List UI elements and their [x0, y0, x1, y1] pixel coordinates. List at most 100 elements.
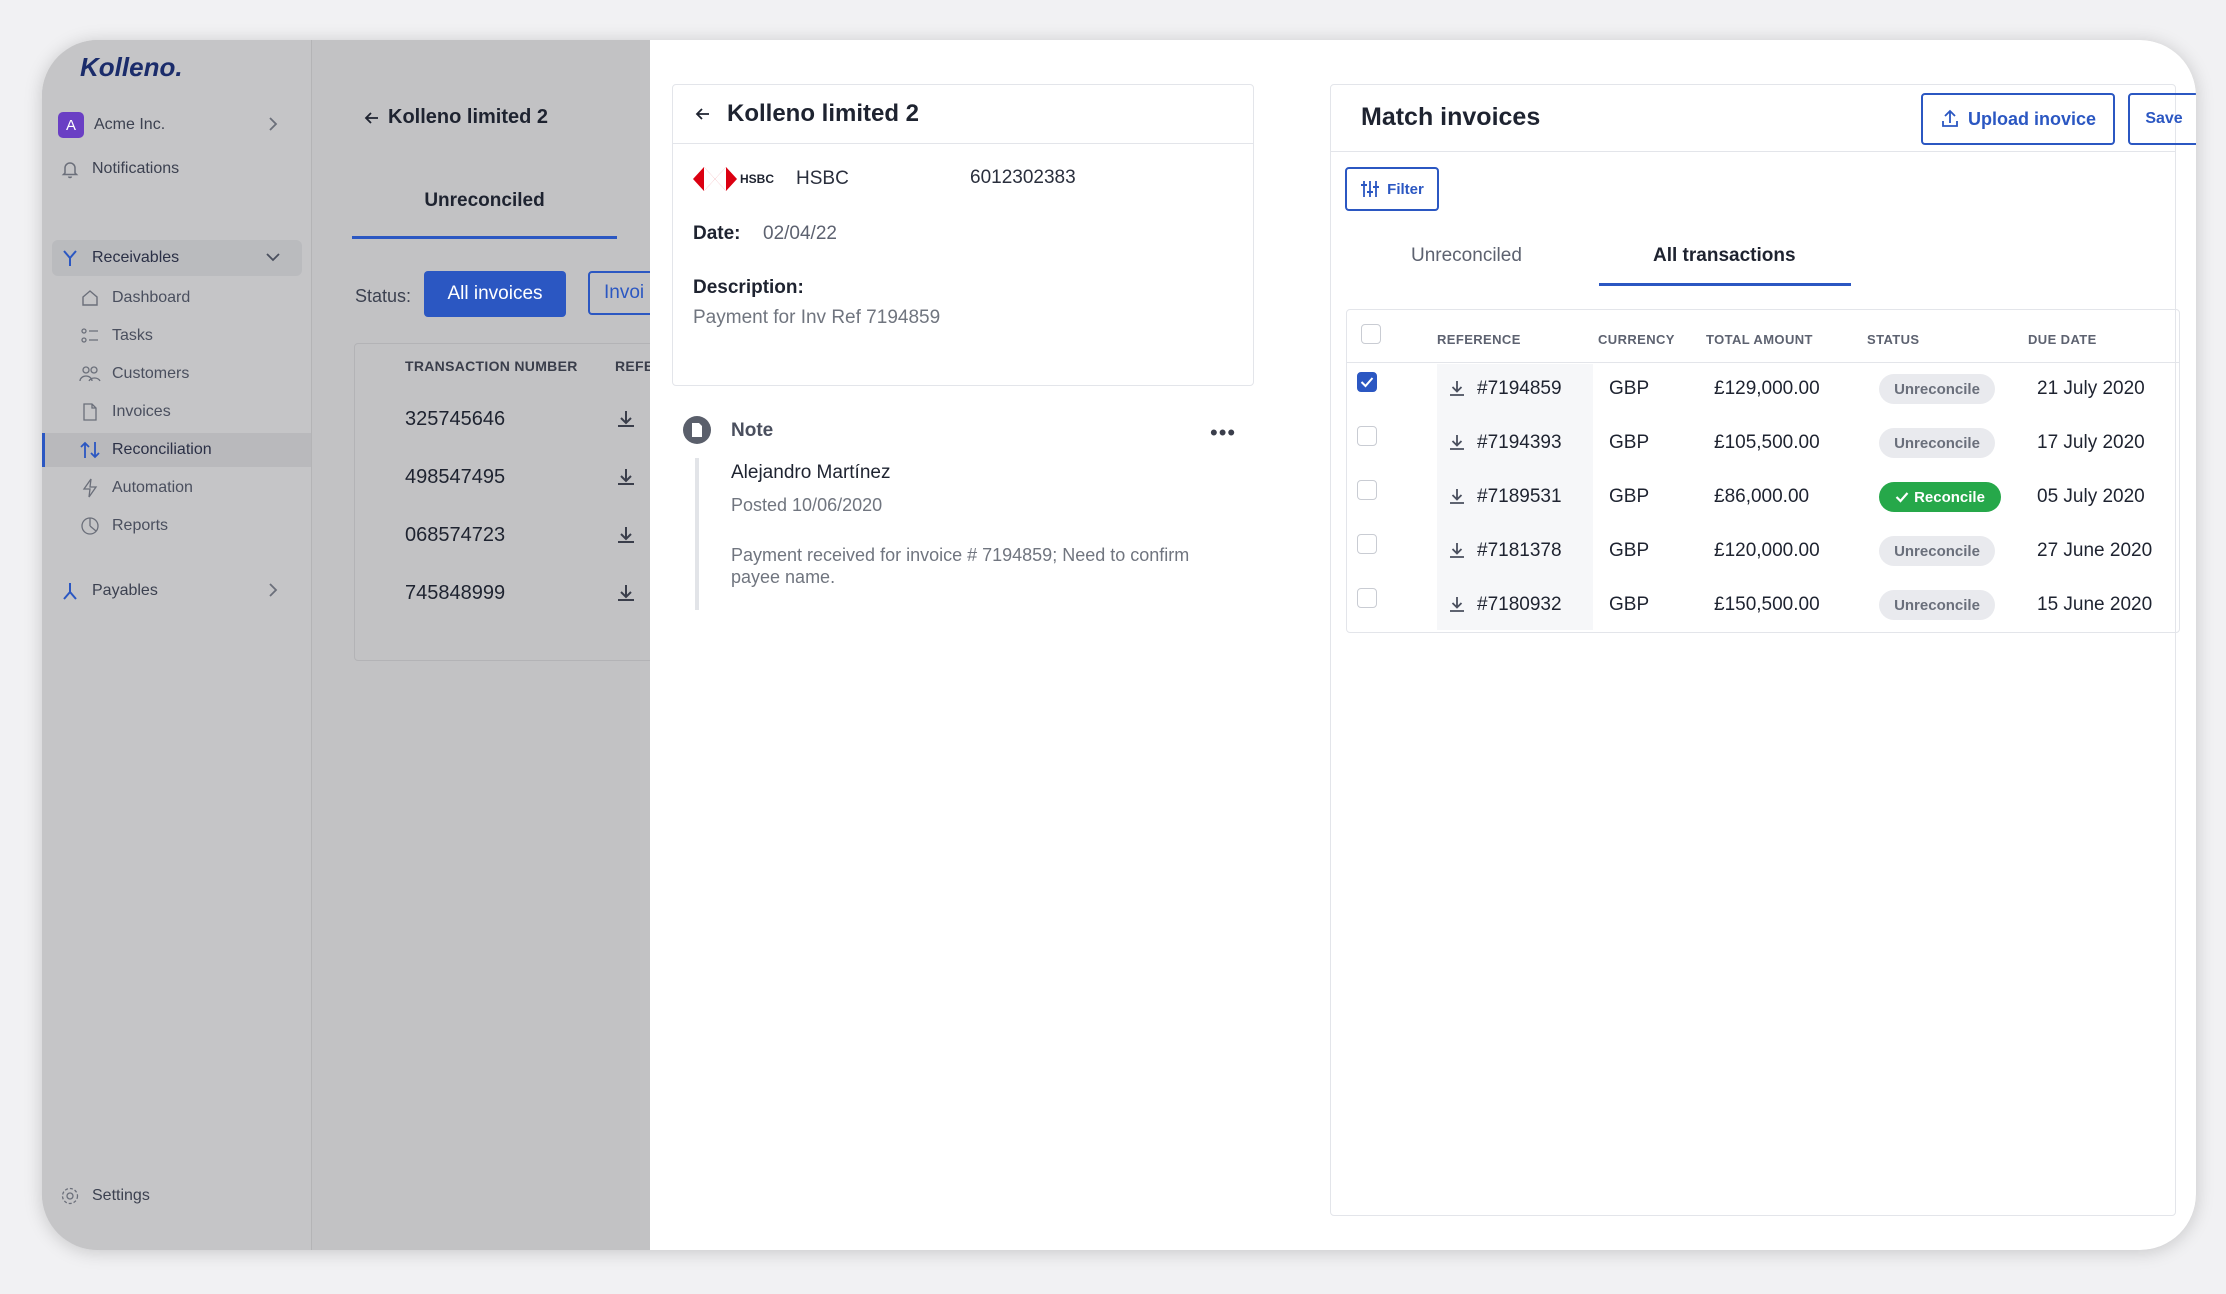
- amount-cell: £105,500.00: [1714, 432, 1820, 453]
- sidebar-item-settings[interactable]: Settings: [58, 1179, 293, 1213]
- sidebar-item-automation[interactable]: Automation: [74, 471, 311, 505]
- sidebar-item-customers[interactable]: Customers: [74, 357, 311, 391]
- bank-name: HSBC: [796, 168, 849, 189]
- match-invoices-title: Match invoices: [1361, 103, 1541, 131]
- select-all-checkbox[interactable]: [1361, 324, 1381, 344]
- note-text: Payment received for invoice # 7194859; …: [731, 545, 1190, 587]
- table-row[interactable]: #7194859 GBP £129,000.00 Unreconcile 21 …: [1347, 364, 2179, 418]
- currency-cell: GBP: [1609, 594, 1650, 615]
- download-icon[interactable]: [615, 582, 637, 604]
- date-value: 02/04/22: [763, 223, 837, 244]
- payables-icon: [58, 579, 82, 603]
- back-arrow-icon[interactable]: [693, 104, 713, 124]
- sidebar-item-label: Payables: [92, 582, 158, 599]
- sidebar-item-label: Settings: [92, 1187, 150, 1204]
- unreconcile-button[interactable]: Unreconcile: [1879, 590, 1995, 620]
- transaction-number[interactable]: 068574723: [405, 524, 505, 547]
- table-row[interactable]: #7181378 GBP £120,000.00 Unreconcile 27 …: [1347, 526, 2179, 580]
- due-date-cell: 15 June 2020: [2037, 594, 2153, 615]
- reference-text: #7181378: [1477, 540, 1562, 561]
- table-row[interactable]: #7194393 GBP £105,500.00 Unreconcile 17 …: [1347, 418, 2179, 472]
- more-options-icon[interactable]: •••: [1210, 420, 1236, 446]
- all-invoices-button[interactable]: All invoices: [424, 271, 566, 317]
- home-icon: [78, 286, 102, 310]
- header-divider: [1347, 362, 2179, 363]
- sidebar-item-label: Tasks: [112, 327, 153, 344]
- filter-button[interactable]: Filter: [1345, 167, 1439, 211]
- note-author: Alejandro Martínez: [731, 462, 891, 483]
- unreconcile-button[interactable]: Unreconcile: [1879, 536, 1995, 566]
- sidebar-item-label: Automation: [112, 479, 193, 496]
- download-icon[interactable]: [1447, 379, 1467, 399]
- download-icon[interactable]: [1447, 595, 1467, 615]
- filter-icon: [1361, 181, 1380, 197]
- sidebar-item-reports[interactable]: Reports: [74, 509, 311, 543]
- reference-cell[interactable]: #7194859: [1447, 378, 1562, 400]
- amount-cell: £86,000.00: [1714, 486, 1810, 507]
- sidebar-item-label: Invoices: [112, 403, 171, 420]
- reference-cell[interactable]: #7180932: [1447, 594, 1562, 616]
- bank-row: HSBC HSBC: [693, 167, 849, 191]
- download-icon[interactable]: [615, 466, 637, 488]
- reference-text: #7189531: [1477, 486, 1562, 507]
- upload-invoice-button[interactable]: Upload inovice: [1921, 93, 2115, 145]
- note-icon: [683, 416, 711, 444]
- download-icon[interactable]: [1447, 487, 1467, 507]
- due-date-cell: 17 July 2020: [2037, 432, 2145, 453]
- sidebar-item-receivables[interactable]: Receivables: [58, 241, 293, 275]
- sidebar-item-notifications[interactable]: Notifications: [58, 152, 293, 186]
- document-icon: [78, 400, 102, 424]
- tab-unreconciled[interactable]: Unreconciled: [1411, 245, 1522, 267]
- sidebar-item-label: Reports: [112, 517, 169, 534]
- arrow-left-icon[interactable]: [362, 108, 382, 128]
- background-view: Kolleno limited 2 Unreconciled Status: A…: [312, 40, 716, 1250]
- reference-cell[interactable]: #7181378: [1447, 540, 1562, 562]
- active-tab-underline: [1599, 283, 1851, 286]
- sidebar-item-tasks[interactable]: Tasks: [74, 319, 311, 353]
- download-icon[interactable]: [615, 408, 637, 430]
- org-switcher[interactable]: A Acme Inc.: [58, 108, 293, 142]
- sidebar-item-label: Reconciliation: [112, 441, 212, 458]
- save-button[interactable]: Save: [2128, 93, 2196, 145]
- table-row[interactable]: #7180932 GBP £150,500.00 Unreconcile 15 …: [1347, 580, 2179, 634]
- transaction-number[interactable]: 498547495: [405, 466, 505, 489]
- transaction-number[interactable]: 325745646: [405, 408, 505, 431]
- reference-text: #7194393: [1477, 432, 1562, 453]
- note-posted-date: Posted 10/06/2020: [731, 495, 883, 515]
- download-icon[interactable]: [615, 524, 637, 546]
- column-header: STATUS: [1867, 332, 1920, 347]
- sidebar: Kolleno. A Acme Inc. Notifications Recei…: [42, 40, 312, 1250]
- tab-unreconciled[interactable]: Unreconciled: [352, 190, 617, 212]
- row-checkbox[interactable]: [1357, 426, 1377, 446]
- row-checkbox[interactable]: [1357, 588, 1377, 608]
- reconcile-button[interactable]: Reconcile: [1879, 482, 2001, 512]
- sidebar-item-label: Receivables: [92, 249, 180, 266]
- gear-icon: [58, 1184, 82, 1208]
- row-checkbox[interactable]: [1357, 480, 1377, 500]
- table-row[interactable]: #7189531 GBP £86,000.00 Reconcile 05 Jul…: [1347, 472, 2179, 526]
- match-invoices-card: Match invoices Upload inovice Save Filte…: [1330, 84, 2196, 1216]
- download-icon[interactable]: [1447, 541, 1467, 561]
- transaction-header: Kolleno limited 2: [673, 85, 1253, 144]
- sidebar-item-reconciliation[interactable]: Reconciliation: [42, 433, 311, 467]
- due-date-cell: 21 July 2020: [2037, 378, 2145, 399]
- reference-cell[interactable]: #7194393: [1447, 432, 1562, 454]
- note-divider: [695, 458, 699, 610]
- sidebar-item-payables[interactable]: Payables: [58, 574, 293, 608]
- transaction-title: Kolleno limited 2: [727, 100, 920, 127]
- reference-cell[interactable]: #7189531: [1447, 486, 1562, 508]
- sidebar-item-invoices[interactable]: Invoices: [74, 395, 311, 429]
- filter-label: Filter: [1387, 180, 1424, 198]
- unreconcile-button[interactable]: Unreconcile: [1879, 428, 1995, 458]
- unreconcile-button[interactable]: Unreconcile: [1879, 374, 1995, 404]
- row-checkbox[interactable]: [1357, 534, 1377, 554]
- hsbc-logo-text: HSBC: [740, 172, 775, 186]
- currency-cell: GBP: [1609, 486, 1650, 507]
- row-checkbox[interactable]: [1357, 372, 1377, 392]
- download-icon[interactable]: [1447, 433, 1467, 453]
- currency-cell: GBP: [1609, 432, 1650, 453]
- app-frame: Kolleno. A Acme Inc. Notifications Recei…: [42, 40, 2196, 1250]
- transaction-number[interactable]: 745848999: [405, 582, 505, 605]
- tab-all-transactions[interactable]: All transactions: [1653, 245, 1796, 267]
- sidebar-item-dashboard[interactable]: Dashboard: [74, 281, 311, 315]
